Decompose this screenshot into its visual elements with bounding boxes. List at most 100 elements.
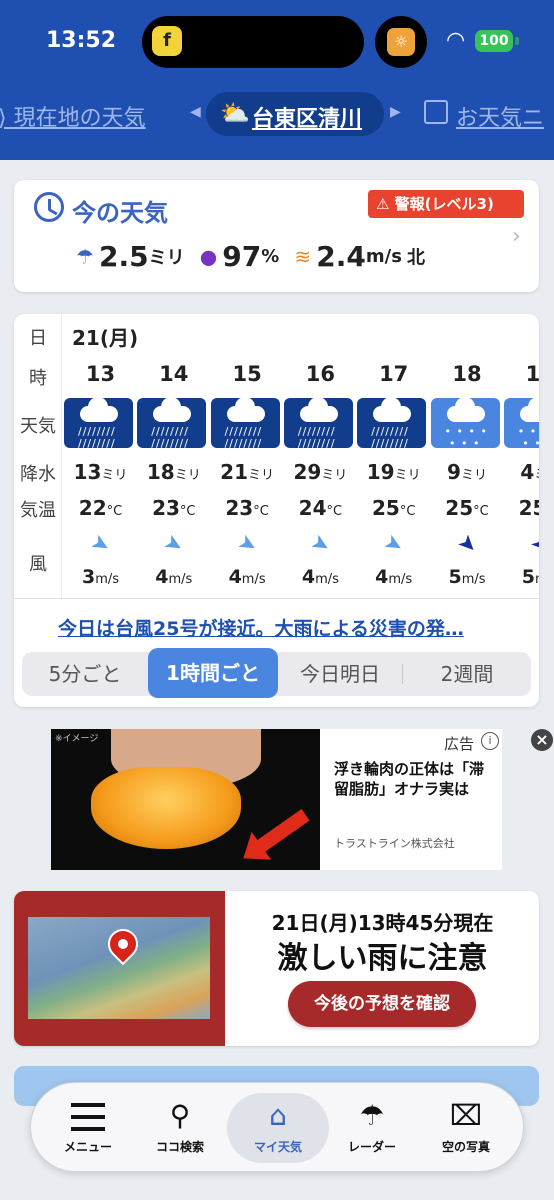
row-label-hour: 時	[29, 368, 47, 389]
row-label-wind: 風	[29, 554, 47, 575]
tab-search[interactable]: ⚲ ココ検索	[135, 1093, 225, 1163]
typhoon-news-link[interactable]: 今日は台風25号が接近。大雨による災害の発…	[58, 614, 464, 641]
radar-thumbnail[interactable]	[14, 891, 225, 1046]
tab-my-weather[interactable]: ⌂ マイ天気	[227, 1093, 329, 1163]
close-icon[interactable]: ×	[531, 729, 553, 751]
warning-badge[interactable]: ⚠ 警報(レベル3)	[368, 190, 524, 218]
wind-direction-arrow-icon: ➤	[306, 529, 335, 560]
camera-icon: ⌧	[449, 1099, 483, 1132]
wind-icon: ≋	[294, 244, 312, 269]
rain-drops: //////// ////////	[297, 425, 336, 450]
temperature: 25°C	[431, 496, 504, 520]
wind-speed: 3m/s	[64, 566, 137, 588]
wind-speed: 5m/s	[431, 566, 504, 588]
ad-image-arrow	[252, 809, 310, 855]
temp-unit: °C	[326, 504, 343, 519]
precip-amount: 13ミリ	[64, 460, 137, 484]
row-label-precip: 降水	[20, 464, 56, 485]
forecast-check-button[interactable]: 今後の予想を確認	[288, 981, 476, 1027]
heavy-rain-icon: //////// ////////	[357, 397, 427, 450]
chevron-right-icon[interactable]: ▶	[390, 104, 401, 120]
segment-1hour[interactable]: 1時間ごと	[148, 648, 278, 698]
chevron-left-icon[interactable]: ◀	[190, 104, 201, 120]
temp-unit: °C	[106, 504, 123, 519]
tab-sky-photo[interactable]: ⌧ 空の写真	[421, 1093, 511, 1163]
wind-speed-unit: m/s	[95, 572, 120, 587]
current-weather-card[interactable]: 今の天気 ⚠ 警報(レベル3) › ☂ 2.5ミリ ● 97% ≋ 2.4m/s…	[14, 180, 539, 292]
interval-segmented-control: 5分ごと 1時間ごと 今日明日 2週間	[22, 648, 531, 698]
cloud-shape	[153, 397, 192, 422]
app-header: 13:52 f ☼ ◠ 100 ⟩ 現在地の天気 ◀ ⛅ 台東区清川 ▶ お天気…	[0, 0, 554, 160]
heavy-rain-icon: //////// ////////	[210, 397, 280, 450]
wind-speed-unit: m/s	[315, 572, 339, 587]
precip-value: 13	[73, 460, 102, 484]
bottom-tab-bar: メニュー ⚲ ココ検索 ⌂ マイ天気 ☂ レーダー ⌧ 空の写真	[30, 1082, 524, 1172]
cloud-shape	[226, 397, 265, 422]
location-prev-label: 現在地の天気	[13, 106, 146, 131]
temp-value: 25	[371, 496, 400, 520]
ad-banner[interactable]: ※イメージ 広告 i 浮き輪肉の正体は「滞留脂肪」オナラ実は トラストライン株式…	[51, 729, 502, 870]
wind-direction-arrow-icon: ➤	[379, 529, 408, 560]
wind-number: 2.4	[316, 240, 366, 273]
info-icon[interactable]: i	[481, 732, 499, 750]
location-prev-link[interactable]: ⟩ 現在地の天気	[0, 100, 146, 132]
humidity-value: ● 97%	[200, 240, 280, 273]
location-current[interactable]: ⛅ 台東区清川	[206, 92, 384, 136]
ad-headline[interactable]: 浮き輪肉の正体は「滞留脂肪」オナラ実は	[334, 759, 494, 799]
segment-2weeks[interactable]: 2週間	[403, 652, 531, 696]
segment-today-tomorrow[interactable]: 今日明日	[278, 652, 402, 696]
precip-value: 21	[220, 460, 248, 484]
precip-unit: ミリ	[534, 468, 539, 483]
ad-label: 広告	[444, 735, 475, 753]
rain-drops: //////// ////////	[78, 425, 116, 450]
precip-value: 4	[520, 460, 535, 484]
hour-label: 19	[525, 362, 539, 386]
row-labels: 日 時 天気 降水 気温 風	[14, 314, 62, 599]
wifi-icon: ◠	[446, 28, 466, 53]
wind-speed: 5m/s	[504, 566, 539, 588]
wind-speed-value: 4	[375, 566, 389, 588]
rain-drops: //////// ////////	[224, 425, 263, 450]
precip-number: 2.5	[99, 240, 149, 273]
hourly-forecast-card: 日 時 天気 降水 気温 風 21(月) 13//////// ////////…	[14, 314, 539, 707]
ad-advertiser: トラストライン株式会社	[334, 837, 455, 850]
tab-radar[interactable]: ☂ レーダー	[327, 1093, 417, 1163]
wind-speed-value: 5	[448, 566, 462, 588]
precip-unit: ミリ	[460, 468, 487, 483]
temp-value: 23	[152, 496, 180, 520]
heavy-rain-icon: //////// ////////	[64, 397, 133, 450]
hourly-columns[interactable]: 13//////// ////////13ミリ 22°C ➤ 3m/s 14//////…	[64, 314, 539, 599]
temp-unit: °C	[179, 504, 196, 519]
tab-menu[interactable]: メニュー	[43, 1093, 133, 1163]
news-icon	[424, 100, 448, 124]
rain-drops: //////// ////////	[371, 425, 409, 450]
radar-title: 激しい雨に注意	[277, 941, 488, 976]
cloud-shape	[446, 397, 485, 422]
dynamic-island-secondary: ☼	[375, 16, 427, 68]
cloud-shape	[373, 397, 412, 422]
wind-direction: 北	[407, 247, 425, 269]
precip-value: 18	[146, 460, 175, 484]
rain-drops: • • • • • • •	[517, 425, 539, 450]
wind-direction-arrow-icon: ➤	[159, 529, 189, 560]
ad-image[interactable]: ※イメージ	[51, 729, 320, 870]
segment-5min[interactable]: 5分ごと	[22, 652, 148, 696]
precip-amount: 4ミリ	[504, 460, 539, 484]
rain-cloud-icon: ☂	[76, 244, 94, 269]
precip-amount: 29ミリ	[284, 460, 357, 484]
hour-column: 13//////// ////////13ミリ 22°C ➤ 3m/s	[64, 314, 137, 599]
app-activity-icon: f	[152, 26, 182, 56]
precip-value: 19	[366, 460, 395, 484]
precip-unit: ミリ	[248, 468, 275, 483]
wind-direction-arrow-icon: ➤	[232, 529, 262, 560]
location-next-link[interactable]: お天気ニ	[456, 100, 544, 132]
humidity-unit: %	[261, 246, 280, 267]
battery-icon: 100	[475, 30, 513, 52]
hour-label: 17	[379, 362, 409, 386]
hour-column: 19• • • • • • •4ミリ25°C➤5m/s	[503, 314, 539, 599]
precip-unit: ミリ	[174, 468, 201, 483]
tab-search-label: ココ検索	[155, 1140, 204, 1154]
heavy-rain-icon: //////// ////////	[137, 397, 207, 450]
precip-amount: 9ミリ	[431, 460, 504, 484]
radar-card[interactable]: 21日(月)13時45分現在 激しい雨に注意 今後の予想を確認	[14, 891, 539, 1046]
